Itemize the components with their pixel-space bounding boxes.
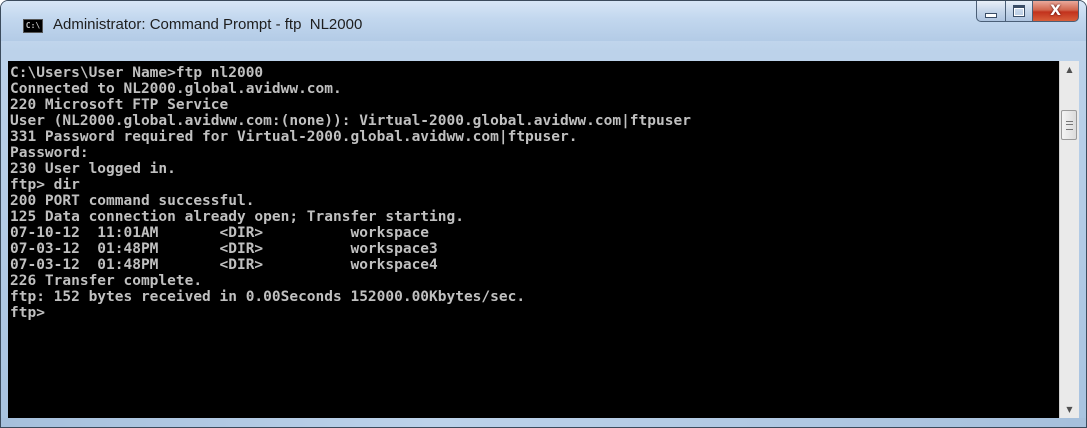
- console-line: 07-10-12 11:01AM <DIR> workspace: [10, 225, 430, 241]
- minimize-button[interactable]: [976, 1, 1005, 22]
- minimize-icon: [985, 12, 997, 18]
- scrollbar-thumb[interactable]: [1061, 110, 1077, 140]
- window-title: Administrator: Command Prompt - ftp NL20…: [53, 16, 363, 33]
- console-line: 220 Microsoft FTP Service: [10, 97, 229, 113]
- console-output: C:\Users\User Name>ftp nl2000 Connected t…: [8, 61, 1059, 321]
- console-line: ftp>: [10, 305, 45, 321]
- grip-icon: [1066, 121, 1073, 130]
- console-line: 125 Data connection already open; Transf…: [10, 209, 464, 225]
- command-prompt-window: C:\ Administrator: Command Prompt - ftp …: [0, 0, 1087, 428]
- close-icon: X: [1050, 3, 1061, 19]
- scroll-up-arrow-icon[interactable]: ▲: [1060, 61, 1079, 78]
- console-line: ftp: 152 bytes received in 0.00Seconds 1…: [10, 289, 526, 305]
- console-line: ftp> dir: [10, 177, 80, 193]
- console-line: Connected to NL2000.global.avidww.com.: [10, 81, 342, 97]
- caption-buttons: X: [976, 1, 1079, 23]
- close-button[interactable]: X: [1032, 1, 1079, 22]
- console-line: 331 Password required for Virtual-2000.g…: [10, 129, 578, 145]
- vertical-scrollbar[interactable]: ▲ ▼: [1059, 61, 1079, 418]
- console-line: User (NL2000.global.avidww.com:(none)): …: [10, 113, 691, 129]
- console-line: 07-03-12 01:48PM <DIR> workspace4: [10, 257, 438, 273]
- console-line: 200 PORT command successful.: [10, 193, 255, 209]
- console-line: Password:: [10, 145, 89, 161]
- scroll-down-arrow-icon[interactable]: ▼: [1060, 401, 1079, 418]
- console-line: 230 User logged in.: [10, 161, 176, 177]
- maximize-icon: [1013, 5, 1025, 17]
- console-line: 07-03-12 01:48PM <DIR> workspace3: [10, 241, 438, 257]
- console-area[interactable]: C:\Users\User Name>ftp nl2000 Connected t…: [8, 61, 1059, 418]
- console-line: C:\Users\User Name>ftp nl2000: [10, 65, 264, 81]
- title-bar[interactable]: C:\ Administrator: Command Prompt - ftp …: [1, 1, 1086, 41]
- maximize-button[interactable]: [1005, 1, 1032, 22]
- console-line: 226 Transfer complete.: [10, 273, 203, 289]
- window-bottom-frame[interactable]: [1, 418, 1086, 427]
- cmd-icon[interactable]: C:\: [23, 19, 43, 33]
